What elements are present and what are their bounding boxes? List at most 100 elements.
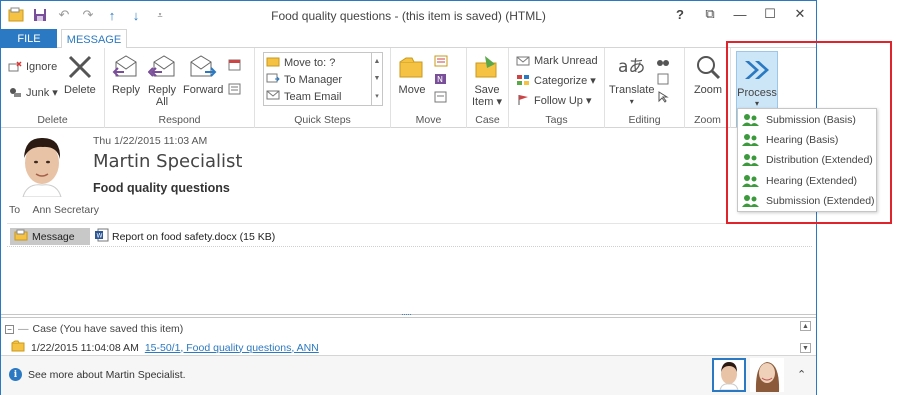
- group-label-zoom: Zoom: [694, 114, 721, 126]
- forward-button[interactable]: Forward: [183, 52, 223, 96]
- expand-gallery-icon[interactable]: ▾: [375, 92, 379, 100]
- sender-avatar[interactable]: [9, 133, 75, 197]
- delete-x-icon: [65, 52, 95, 82]
- translate-icon: aあ: [618, 57, 646, 77]
- menu-item-submission-extended[interactable]: Submission (Extended): [738, 191, 876, 211]
- envelope-icon: [266, 89, 280, 104]
- scroll-down-icon[interactable]: ▼: [800, 343, 811, 353]
- menu-item-hearing-basis[interactable]: Hearing (Basis): [738, 130, 876, 150]
- junk-icon: [7, 85, 23, 99]
- onenote-icon: N: [433, 72, 449, 86]
- reply-all-button[interactable]: Reply All: [147, 52, 177, 108]
- onenote-button[interactable]: N: [433, 72, 449, 86]
- reply-icon: [111, 52, 141, 82]
- reply-all-icon: [147, 52, 177, 82]
- attachment-docx[interactable]: W Report on food safety.docx (15 KB): [95, 228, 275, 245]
- case-header[interactable]: − — Case (You have saved this item): [5, 323, 183, 335]
- save-item-button[interactable]: Save Item ▾: [472, 52, 502, 108]
- ribbon-display-icon[interactable]: ⧉: [702, 5, 718, 23]
- group-label-editing: Editing: [628, 114, 661, 126]
- translate-button[interactable]: aあ Translate ▾: [609, 52, 654, 108]
- process-people-icon: [742, 153, 760, 167]
- categorize-button[interactable]: Categorize ▾: [515, 73, 596, 87]
- process-people-icon: [742, 133, 760, 147]
- mail-forward-icon: [266, 72, 280, 87]
- menu-item-distribution-extended[interactable]: Distribution (Extended): [738, 150, 876, 170]
- delete-button[interactable]: Delete: [64, 52, 96, 96]
- binoculars-icon: [655, 54, 671, 68]
- case-link[interactable]: 15-50/1, Food quality questions, ANN: [145, 342, 319, 354]
- more-respond-button[interactable]: [227, 82, 243, 96]
- group-label-respond: Respond: [158, 114, 201, 126]
- pane-splitter[interactable]: ·····: [1, 309, 816, 319]
- process-people-icon: [742, 113, 760, 127]
- meeting-reply-button[interactable]: [227, 58, 243, 72]
- scroll-up-icon[interactable]: ▲: [800, 321, 811, 331]
- quick-steps-scroll[interactable]: ▲ ▼ ▾: [371, 53, 382, 105]
- message-date: Thu 1/22/2015 11:03 AM: [93, 135, 208, 147]
- tab-file[interactable]: FILE: [1, 29, 57, 48]
- related-button[interactable]: [655, 72, 671, 86]
- title-bar: ↶ ↷ ↑ ↓ ⩡ Food quality questions - (this…: [1, 1, 816, 29]
- zoom-button[interactable]: Zoom: [693, 52, 723, 96]
- mark-unread-button[interactable]: Mark Unread: [515, 54, 598, 68]
- group-respond: Reply Reply All Forward Respond: [105, 48, 255, 128]
- scroll-up-icon[interactable]: ▲: [374, 58, 381, 65]
- mark-unread-icon: [515, 54, 531, 68]
- collapse-icon[interactable]: −: [5, 324, 14, 334]
- reply-button[interactable]: Reply: [111, 52, 141, 96]
- see-more-link[interactable]: i See more about Martin Specialist.: [9, 368, 186, 381]
- people-avatar-ann[interactable]: [750, 358, 784, 392]
- move-button[interactable]: Move: [397, 52, 427, 96]
- rules-button[interactable]: [433, 54, 449, 68]
- flag-icon: [515, 93, 531, 107]
- process-people-icon: [742, 194, 760, 208]
- scroll-down-icon[interactable]: ▼: [374, 75, 381, 82]
- save-item-icon: [472, 52, 502, 82]
- case-scrollbar[interactable]: ▲ ▼: [800, 321, 811, 353]
- to-recipient[interactable]: Ann Secretary: [32, 204, 99, 216]
- tab-message[interactable]: MESSAGE: [61, 29, 127, 49]
- follow-up-button[interactable]: Follow Up ▾: [515, 93, 591, 107]
- find-button[interactable]: [655, 54, 671, 68]
- meeting-icon: [227, 58, 243, 72]
- actions-icon: [433, 90, 449, 104]
- select-button[interactable]: [655, 90, 671, 104]
- group-delete: Ignore Junk ▾ Delete Delete: [1, 48, 105, 128]
- quick-step-move-to[interactable]: Move to: ?: [266, 55, 335, 70]
- collapse-people-icon[interactable]: ⌃: [797, 368, 806, 381]
- menu-item-hearing-extended[interactable]: Hearing (Extended): [738, 171, 876, 191]
- rules-icon: [433, 54, 449, 68]
- ignore-button[interactable]: Ignore: [7, 60, 57, 74]
- close-icon[interactable]: ✕: [792, 5, 808, 23]
- folder-icon: [266, 55, 280, 70]
- more-respond-icon: [227, 82, 243, 96]
- quick-steps-gallery: Move to: ? To Manager Team Email ▲ ▼ ▾: [263, 52, 383, 106]
- message-tab[interactable]: Message: [10, 228, 90, 245]
- people-avatar-martin[interactable]: [712, 358, 746, 392]
- window-controls: ? ⧉ — ☐ ✕: [672, 5, 808, 23]
- magnifier-icon: [693, 52, 723, 82]
- group-move: Move N Move: [391, 48, 467, 128]
- help-icon[interactable]: ?: [672, 5, 688, 23]
- to-label: To: [9, 204, 21, 216]
- cursor-icon: [655, 90, 671, 104]
- envelope-folder-icon: [14, 229, 28, 244]
- junk-button[interactable]: Junk ▾: [7, 85, 58, 99]
- ribbon-tabs: FILE MESSAGE: [1, 29, 816, 49]
- process-chevron-icon: [740, 57, 774, 83]
- maximize-icon[interactable]: ☐: [762, 5, 778, 23]
- categorize-icon: [515, 73, 531, 87]
- quick-step-to-manager[interactable]: To Manager: [266, 72, 342, 87]
- menu-item-submission-basis[interactable]: Submission (Basis): [738, 110, 876, 130]
- case-row: 1/22/2015 11:04:08 AM 15-50/1, Food qual…: [11, 340, 319, 355]
- to-line: To Ann Secretary: [9, 204, 99, 216]
- sender-name[interactable]: Martin Specialist: [93, 151, 242, 172]
- actions-button[interactable]: [433, 90, 449, 104]
- group-label-move: Move: [415, 114, 442, 126]
- process-dropdown-menu: Submission (Basis) Hearing (Basis) Distr…: [737, 108, 877, 212]
- minimize-icon[interactable]: —: [732, 5, 748, 23]
- quick-step-team-email[interactable]: Team Email: [266, 89, 341, 104]
- group-label-tags: Tags: [545, 114, 568, 126]
- word-doc-icon: W: [95, 228, 109, 245]
